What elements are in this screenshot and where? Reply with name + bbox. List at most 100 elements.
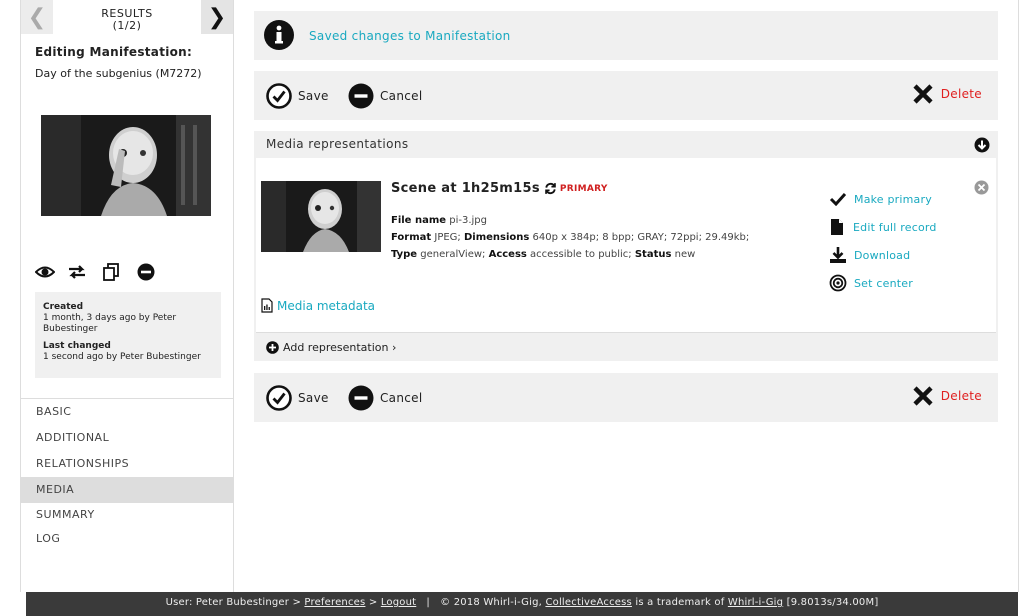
set-center-button[interactable]: Set center <box>829 274 913 292</box>
eye-icon[interactable] <box>35 262 55 282</box>
footer-stats: [9.8013s/34.00M] <box>786 597 879 608</box>
remove-icon[interactable] <box>136 262 156 282</box>
created-label: Created <box>43 302 84 312</box>
preferences-link[interactable]: Preferences <box>304 597 365 608</box>
editing-title: Editing Manifestation: <box>35 45 193 59</box>
representation-image <box>261 181 381 252</box>
dimensions-label: Dimensions <box>463 232 530 243</box>
target-icon <box>829 274 847 292</box>
type-label: Type <box>391 249 418 260</box>
check-circle-icon <box>266 83 292 109</box>
record-thumbnail[interactable] <box>41 115 211 216</box>
save-button-bottom[interactable]: Save <box>266 385 329 411</box>
save-label: Save <box>298 391 329 405</box>
divider <box>256 332 996 333</box>
footer-trademark: is a trademark of <box>635 597 725 608</box>
side-nav: BASIC ADDITIONAL RELATIONSHIPS MEDIA SUM… <box>21 398 233 551</box>
scrollbar-track[interactable] <box>1018 0 1035 592</box>
add-representation-button[interactable]: Add representation › <box>266 341 396 354</box>
make-primary-label: Make primary <box>854 192 932 206</box>
prev-result-button[interactable]: ❮ <box>21 0 53 34</box>
swap-icon[interactable] <box>67 262 87 282</box>
delete-button-bottom[interactable]: Delete <box>912 385 982 407</box>
file-name-line: File name pi-3.jpg <box>391 215 487 226</box>
action-bar-bottom: Save Cancel Delete <box>254 373 998 422</box>
side-nav-additional[interactable]: ADDITIONAL <box>21 425 233 451</box>
side-nav-basic[interactable]: BASIC <box>21 399 233 425</box>
duplicate-icon[interactable] <box>101 262 121 282</box>
edit-full-record-button[interactable]: Edit full record <box>828 218 937 236</box>
status-value: new <box>674 249 696 260</box>
media-metadata-label: Media metadata <box>277 298 376 313</box>
check-circle-icon <box>266 385 292 411</box>
footer-sep: > <box>368 597 378 608</box>
type-value: generalView; <box>420 249 486 260</box>
results-count: (1/2) <box>112 19 142 32</box>
checkmark-icon <box>829 190 847 208</box>
last-changed-label: Last changed <box>43 341 111 351</box>
delete-label: Delete <box>940 389 982 403</box>
edit-full-record-label: Edit full record <box>853 220 937 234</box>
primary-badge: PRIMARY <box>559 183 608 194</box>
page: ❮ RESULTS (1/2) ❯ Editing Manifestation:… <box>0 0 1035 616</box>
representation-thumbnail[interactable] <box>261 181 381 252</box>
results-nav: ❮ RESULTS (1/2) ❯ <box>21 0 233 34</box>
created-value: 1 month, 3 days ago by Peter Bubestinger <box>43 313 177 334</box>
cancel-label: Cancel <box>380 89 423 103</box>
collectiveaccess-link[interactable]: CollectiveAccess <box>545 597 632 608</box>
portrait-image <box>41 115 211 216</box>
editing-name: Day of the subgenius (M7272) <box>35 67 202 80</box>
side-nav-relationships[interactable]: RELATIONSHIPS <box>21 451 233 477</box>
record-info: Created 1 month, 3 days ago by Peter Bub… <box>35 292 221 378</box>
save-button[interactable]: Save <box>266 83 329 109</box>
format-value: JPEG; <box>434 232 461 243</box>
dimensions-value: 640p x 384p; 8 bpp; GRAY; 72ppi; 29.49kb… <box>532 232 750 243</box>
footer-copyright: © 2018 Whirl-i-Gig, <box>440 597 543 608</box>
next-result-button[interactable]: ❯ <box>201 0 233 34</box>
results-label: RESULTS (1/2) <box>53 8 201 32</box>
save-notice: Saved changes to Manifestation <box>254 11 998 60</box>
format-label: Format <box>391 232 432 243</box>
file-name-label: File name <box>391 215 447 226</box>
side-nav-log[interactable]: LOG <box>21 527 233 551</box>
footer: User: Peter Bubestinger > Preferences > … <box>26 592 1018 616</box>
access-value: accessible to public; <box>530 249 632 260</box>
make-primary-button[interactable]: Make primary <box>829 190 932 208</box>
access-label: Access <box>488 249 527 260</box>
plus-circle-icon <box>266 341 279 354</box>
cancel-button[interactable]: Cancel <box>348 83 422 109</box>
sidebar: ❮ RESULTS (1/2) ❯ Editing Manifestation:… <box>20 0 234 592</box>
representation-item: Scene at 1h25m15s PRIMARY File name pi-3… <box>256 158 996 332</box>
representation-title-text: Scene at 1h25m15s <box>391 181 540 196</box>
footer-user: User: Peter Bubestinger > <box>165 597 302 608</box>
info-icon <box>264 20 294 50</box>
cancel-label: Cancel <box>380 391 423 405</box>
media-representations-panel: Media representations Scene at 1h25m15s … <box>254 131 998 361</box>
last-changed-value: 1 second ago by Peter Bubestinger <box>43 352 201 362</box>
delete-label: Delete <box>940 87 982 101</box>
metadata-document-icon <box>261 298 273 313</box>
side-nav-summary[interactable]: SUMMARY <box>21 503 233 527</box>
close-icon[interactable] <box>974 180 989 195</box>
file-name-value: pi-3.jpg <box>449 215 487 226</box>
delete-button[interactable]: Delete <box>912 83 982 105</box>
side-nav-media[interactable]: MEDIA <box>21 477 233 503</box>
chevron-left-icon: ❮ <box>27 4 47 30</box>
download-button[interactable]: Download <box>829 246 910 264</box>
media-header: Media representations <box>254 131 998 158</box>
delete-x-icon <box>913 84 933 104</box>
minus-circle-icon <box>348 83 374 109</box>
cancel-button-bottom[interactable]: Cancel <box>348 385 422 411</box>
download-icon <box>829 246 847 264</box>
logout-link[interactable]: Logout <box>381 597 416 608</box>
whirligig-link[interactable]: Whirl-i-Gig <box>728 597 783 608</box>
media-header-title: Media representations <box>266 137 409 151</box>
save-label: Save <box>298 89 329 103</box>
footer-sep: | <box>426 597 430 608</box>
chevron-right-icon: ❯ <box>207 4 227 30</box>
collapse-down-icon[interactable] <box>974 137 990 153</box>
notice-text: Saved changes to Manifestation <box>309 29 511 43</box>
type-line: Type generalView; Access accessible to p… <box>391 249 695 260</box>
media-metadata-link[interactable]: Media metadata <box>261 298 375 313</box>
add-representation-label: Add representation › <box>283 341 397 354</box>
